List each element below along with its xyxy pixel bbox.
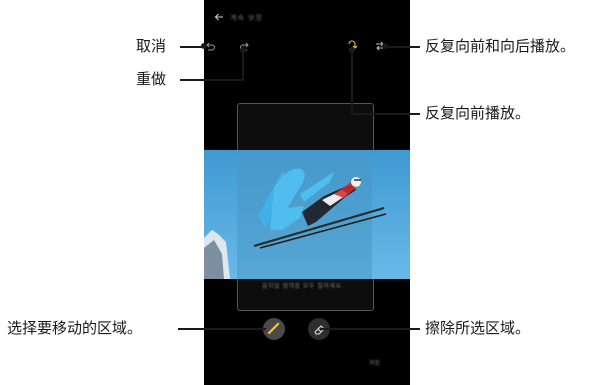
leader-dot-loop-forward: [349, 47, 355, 53]
leader-line-redo-v: [242, 49, 244, 81]
leader-line-redo-h: [180, 79, 244, 81]
leader-line-select-area: [178, 328, 266, 330]
leader-dot-loop-bounce: [382, 43, 388, 49]
leader-line-loop-forward-v: [351, 49, 353, 115]
back-arrow-icon[interactable]: [213, 11, 225, 23]
leader-line-erase-area: [320, 328, 420, 330]
leader-dot-undo: [201, 43, 207, 49]
callout-loop-forward: 反复向前播放。: [425, 104, 531, 122]
callout-select-area: 选择要移动的区域。: [7, 319, 143, 337]
brush-icon: [267, 322, 280, 335]
callout-redo: 重做: [136, 70, 167, 88]
callout-erase-area: 擦除所选区域。: [425, 319, 531, 337]
callout-loop-bounce: 反复向前和向后播放。: [425, 37, 576, 55]
callout-undo: 取消: [136, 37, 167, 55]
instruction-caption: 움직일 영역을 모두 칠하세요.: [262, 283, 344, 290]
screen-title: 계속 보정: [230, 14, 263, 22]
leader-line-loop-bounce: [384, 46, 420, 48]
leader-line-loop-forward-h: [352, 113, 420, 115]
done-button[interactable]: 저장: [369, 358, 380, 367]
leader-dot-redo: [240, 47, 246, 53]
ski-jumper-photo[interactable]: [204, 150, 410, 279]
brush-button[interactable]: [263, 318, 285, 340]
